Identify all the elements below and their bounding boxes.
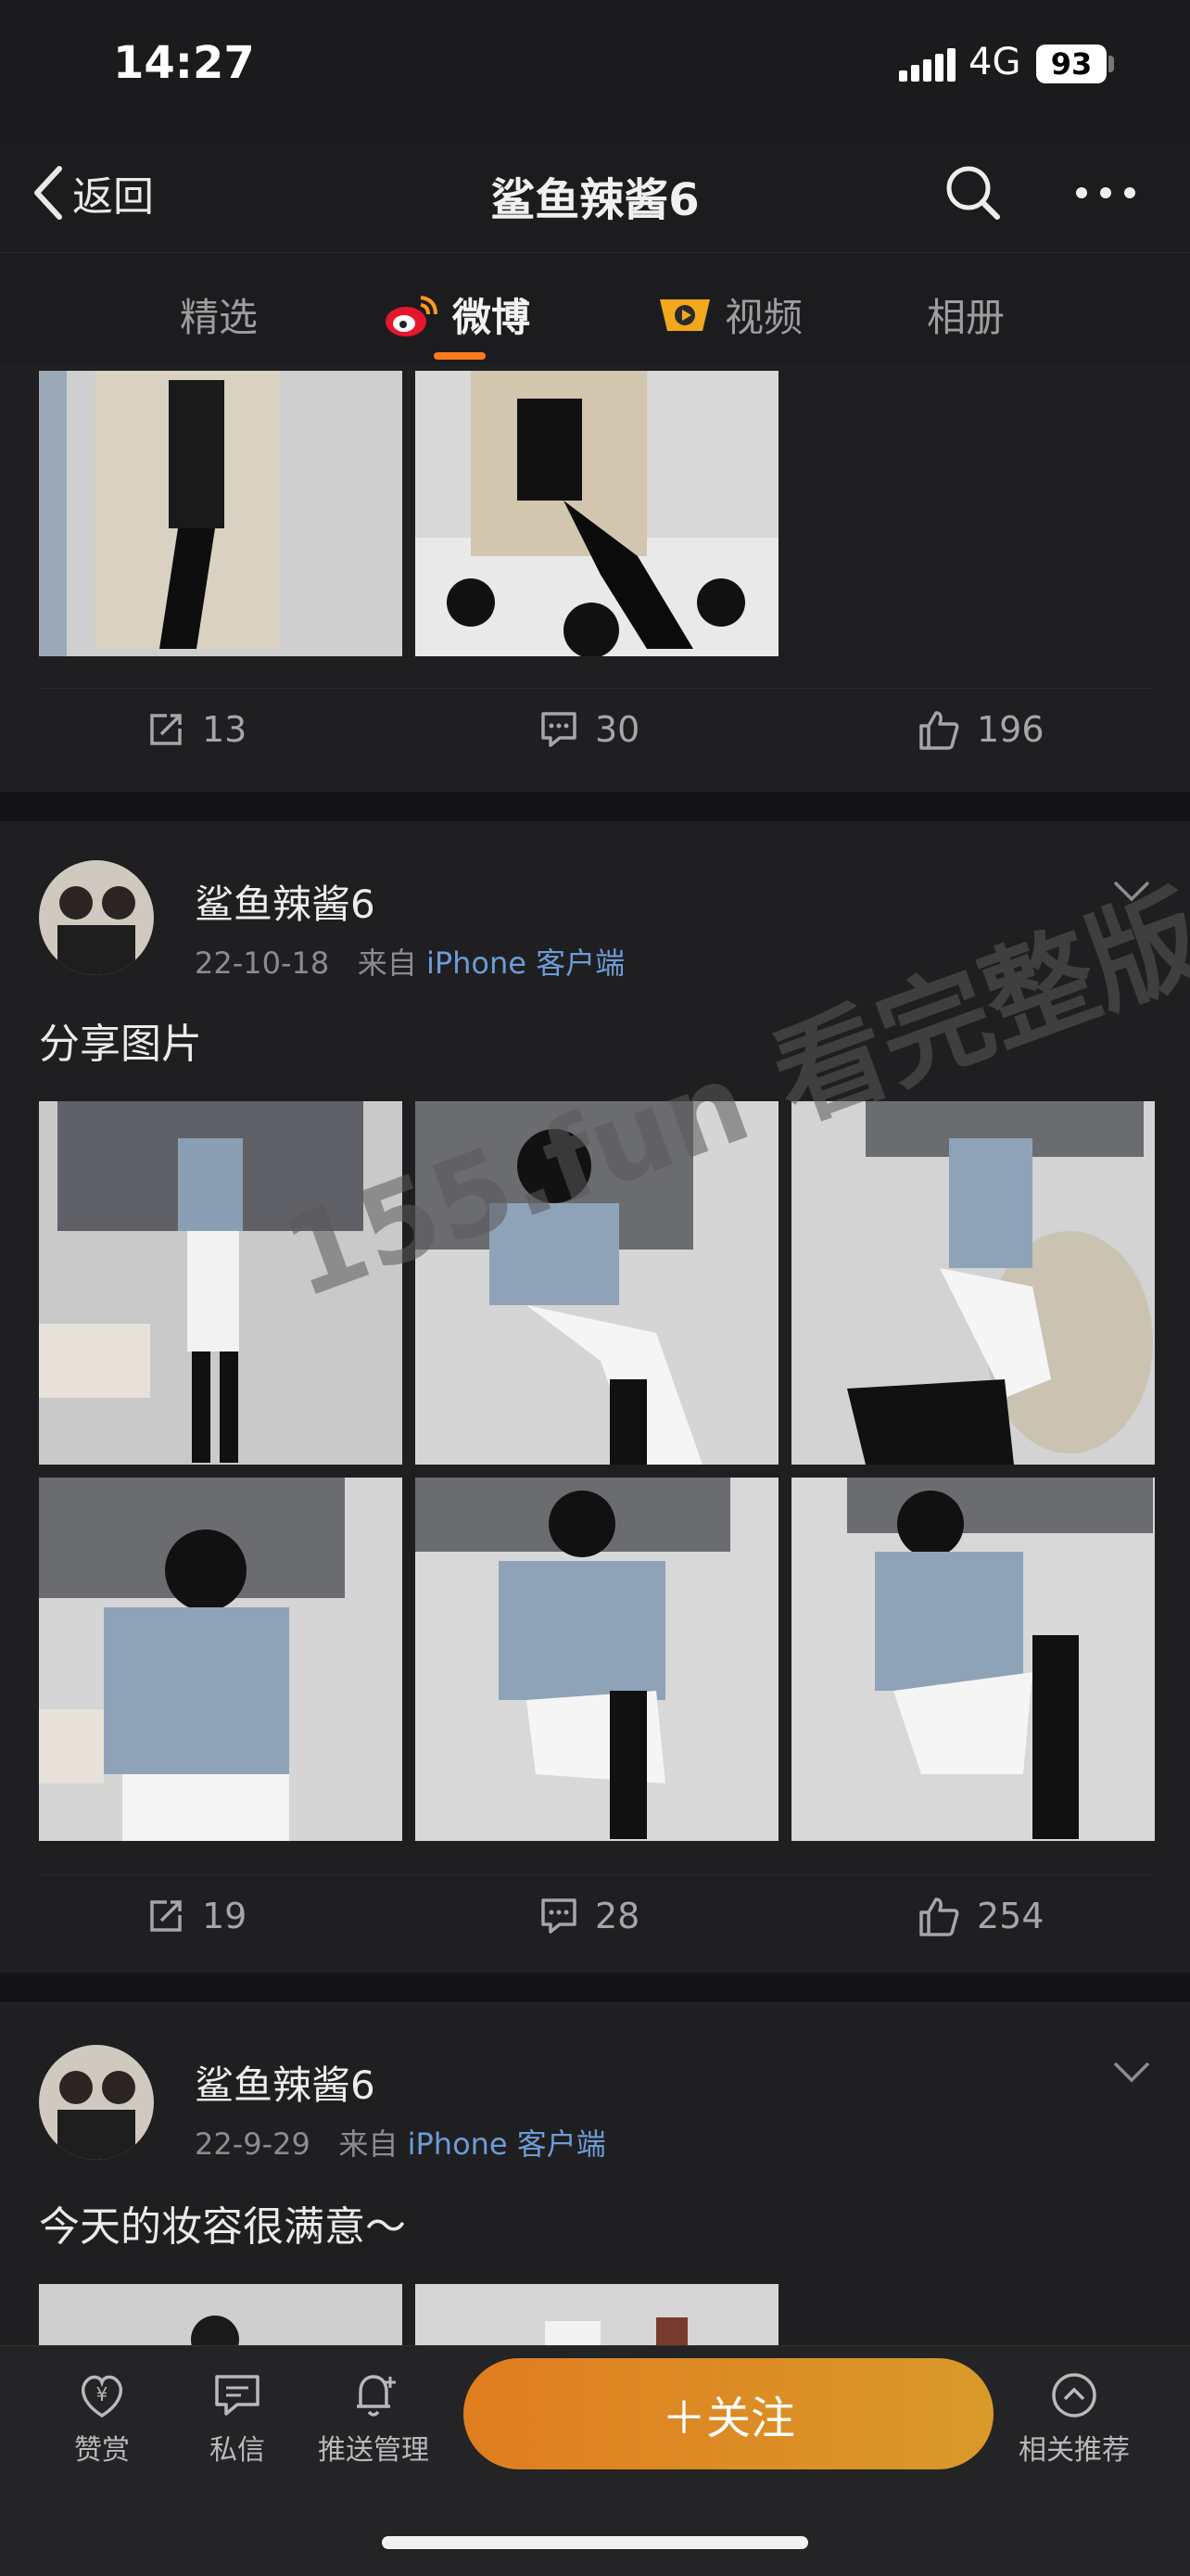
back-label: 返回: [72, 173, 154, 221]
post-text: 今天的妆容很满意～: [39, 2203, 406, 2251]
like-button[interactable]: 196: [918, 709, 1044, 750]
post-source-prefix: 来自: [357, 945, 417, 981]
search-icon[interactable]: [943, 163, 1003, 226]
tab-label: 视频: [725, 295, 804, 340]
tab-bar: 精选 微博 视频 相册: [0, 252, 1190, 364]
repost-icon: [150, 1900, 182, 1932]
post-separator: [0, 1973, 1190, 2002]
post-photo[interactable]: [39, 371, 402, 656]
post-photo[interactable]: [415, 371, 779, 656]
chevron-down-icon[interactable]: [1112, 2060, 1151, 2087]
follow-button[interactable]: ＋关注: [463, 2358, 994, 2469]
reward-icon: ¥: [81, 2375, 123, 2418]
post-photo[interactable]: [415, 2284, 779, 2345]
post-photo[interactable]: [415, 1478, 779, 1841]
tab-album[interactable]: 相册: [927, 286, 1005, 343]
signal-icon: [899, 48, 956, 85]
post-username[interactable]: 鲨鱼辣酱6: [195, 2054, 375, 2111]
push-settings-button[interactable]: 推送管理: [313, 2369, 434, 2468]
comment-count: 30: [595, 709, 640, 750]
battery-level: 93: [1036, 44, 1107, 83]
message-label: 私信: [209, 2434, 265, 2467]
post-text: 分享图片: [39, 1021, 202, 1068]
tab-label: 相册: [927, 295, 1006, 340]
post-meta: 22-9-29 来自 iPhone 客户端: [195, 2121, 606, 2164]
comment-count: 28: [595, 1896, 640, 1936]
repost-icon: [150, 714, 182, 745]
tab-featured[interactable]: 精选: [180, 286, 258, 343]
related-button[interactable]: 相关推荐: [1014, 2369, 1134, 2468]
comment-icon: [541, 712, 576, 747]
message-button[interactable]: 私信: [200, 2369, 274, 2468]
post-card: 鲨鱼辣酱6 22-9-29 来自 iPhone 客户端 今天的妆容很满意～: [0, 2002, 1190, 2345]
post-source[interactable]: iPhone 客户端: [408, 2126, 606, 2162]
network-type: 4G: [968, 41, 1021, 83]
post-date: 22-10-18: [195, 945, 330, 981]
repost-count: 19: [202, 1896, 247, 1936]
repost-button[interactable]: 13: [146, 709, 247, 750]
post-photo[interactable]: [791, 1478, 1155, 1841]
home-indicator: [382, 2536, 808, 2549]
back-button[interactable]: 返回: [32, 158, 154, 228]
related-label: 相关推荐: [1019, 2434, 1130, 2467]
post-date: 22-9-29: [195, 2126, 310, 2162]
post-photo[interactable]: [39, 1478, 402, 1841]
tab-active-indicator: [434, 352, 486, 360]
reward-button[interactable]: ¥ 赞赏: [65, 2369, 139, 2468]
post-meta: 22-10-18 来自 iPhone 客户端: [195, 940, 625, 983]
like-count: 254: [977, 1896, 1044, 1936]
svg-text:¥: ¥: [96, 2383, 108, 2405]
post-actions: 13 30 196: [39, 688, 1151, 781]
post-username[interactable]: 鲨鱼辣酱6: [195, 873, 375, 930]
repost-count: 13: [202, 709, 247, 750]
push-label: 推送管理: [318, 2434, 429, 2467]
post-actions: 19 28 254: [39, 1874, 1151, 1968]
chevron-up-circle-icon: [1052, 2373, 1096, 2417]
reward-label: 赞赏: [74, 2434, 130, 2467]
avatar[interactable]: [39, 860, 154, 975]
page-title: 鲨鱼辣酱6: [490, 174, 700, 226]
thumbs-up-icon: [919, 1897, 959, 1936]
tab-video[interactable]: 视频: [656, 286, 803, 343]
repost-button[interactable]: 19: [146, 1896, 247, 1936]
comment-icon: [541, 1898, 576, 1934]
comment-button[interactable]: 28: [539, 1896, 639, 1936]
thumbs-up-icon: [919, 711, 959, 750]
battery-tip: [1108, 56, 1114, 72]
post-card: 13 30 196: [0, 363, 1190, 792]
post-source[interactable]: iPhone 客户端: [426, 945, 625, 981]
post-source-prefix: 来自: [338, 2126, 399, 2162]
status-time: 14:27: [113, 37, 255, 89]
like-button[interactable]: 254: [918, 1896, 1044, 1936]
avatar[interactable]: [39, 2045, 154, 2160]
weibo-icon: [386, 295, 437, 336]
tab-label: 精选: [180, 295, 259, 340]
tab-weibo[interactable]: 微博: [384, 286, 530, 343]
chevron-left-icon: [34, 166, 62, 220]
video-icon: [660, 298, 710, 331]
comment-button[interactable]: 30: [539, 709, 639, 750]
chat-icon: [215, 2375, 260, 2416]
more-icon[interactable]: [1073, 163, 1138, 226]
tab-label: 微博: [452, 295, 531, 340]
post-photo[interactable]: [791, 1101, 1155, 1465]
post-photo[interactable]: [39, 2284, 402, 2345]
post-separator: [0, 792, 1190, 821]
bell-icon: [357, 2375, 396, 2417]
like-count: 196: [977, 709, 1044, 750]
